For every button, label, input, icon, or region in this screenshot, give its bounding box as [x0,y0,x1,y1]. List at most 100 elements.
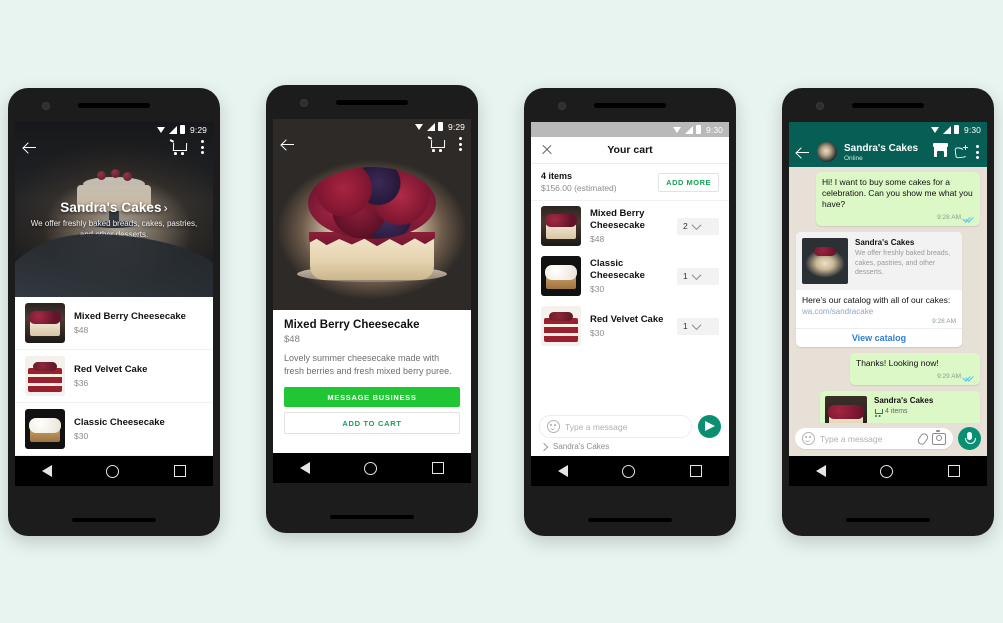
phone-bezel-bottom [782,486,994,536]
kebab-menu-icon[interactable] [201,140,204,154]
status-bar: 9:30 [531,122,729,137]
battery-icon [180,125,186,134]
message-input[interactable]: Type a message [795,428,953,449]
android-navigation-bar [531,456,729,486]
camera-icon[interactable] [932,430,946,445]
cart-item-price: $48 [590,234,605,244]
quantity-stepper[interactable]: 1 [677,267,719,285]
phone-bezel-bottom [266,483,478,533]
microphone-icon[interactable] [958,427,981,450]
cart-icon[interactable] [169,139,188,155]
whatsapp-composer: Type a message [789,423,987,456]
nav-home-icon[interactable] [106,464,120,478]
phone-catalog: 9:29 Sandra's Cakes › We offer freshly ba… [8,88,220,536]
cart-item-count: 4 items [541,171,573,181]
chat-message-list: Hi! I want to buy some cakes for a celeb… [789,167,987,423]
smiley-icon[interactable] [802,432,815,445]
paperclip-icon[interactable] [916,433,927,444]
chevron-right-icon [539,442,549,451]
nav-recents-icon[interactable] [173,465,186,477]
nav-home-icon[interactable] [880,464,894,478]
berry-topping [308,167,436,240]
catalog-topbar [15,135,213,159]
status-time: 9:29 [448,121,465,132]
catalog-message-card[interactable]: Sandra's Cakes We offer freshly baked br… [796,232,962,347]
video-call-icon[interactable] [955,145,969,159]
message-placeholder: Type a message [565,421,628,432]
signal-icon [427,122,436,131]
nav-home-icon[interactable] [622,464,636,478]
chat-contact-name: Sandra's Cakes [844,142,919,154]
chat-contact[interactable]: Sandra's Cakes Online [844,143,927,162]
business-header[interactable]: Sandra's Cakes › We offer freshly baked b… [15,200,213,240]
cart-screen: 9:30 Your cart 4 items $156.00 (estimate… [531,122,729,486]
phone-bezel-top [8,88,220,122]
nav-back-icon[interactable] [300,462,311,474]
product-description: Lovely summer cheesecake made with fresh… [284,353,452,376]
nav-back-icon[interactable] [42,465,53,477]
phone-whatsapp-chat: 9:30 Sandra's Cakes Online Hi! I want to… [782,88,994,536]
cart-item-name: Mixed Berry Cheesecake [590,208,645,231]
catalog-card-body: Here’s our catalog with all of our cakes… [796,290,962,328]
product-detail-screen: 9:29 Mixed Berry Cheesecake $48 Lovely s… [273,119,471,483]
storefront-icon[interactable] [933,143,948,159]
view-catalog-button[interactable]: View catalog [796,328,962,347]
cart-icon[interactable] [427,136,446,152]
cart-card-item-count: 4 items [885,408,908,415]
add-more-button[interactable]: ADD MORE [658,172,719,192]
list-item[interactable]: Mixed Berry Cheesecake $48 [15,297,213,350]
table-row[interactable]: Classic Cheesecake $30 1 [531,251,729,301]
status-bar: 9:30 [789,122,987,137]
nav-recents-icon[interactable] [431,462,444,474]
signal-icon [169,125,178,134]
cart-message-card[interactable]: Sandra's Cakes 4 items I’d like to buy t… [820,391,980,423]
list-item[interactable]: Classic Cheesecake $30 [15,403,213,456]
table-row[interactable]: Mixed Berry Cheesecake $48 2 [531,201,729,251]
product-price: $36 [74,378,89,388]
front-camera-icon [558,102,566,110]
arrow-back-icon[interactable] [282,138,295,151]
product-name: Mixed Berry Cheesecake [74,311,186,322]
catalog-link-url[interactable]: wa.com/sandracake [802,307,956,316]
close-icon[interactable] [541,144,553,156]
avatar[interactable] [817,142,837,162]
table-row[interactable]: Red Velvet Cake $30 1 [531,301,729,351]
nav-recents-icon[interactable] [947,465,960,477]
nav-recents-icon[interactable] [689,465,702,477]
business-description: We offer freshly baked breads, cakes, pa… [30,219,198,239]
battery-icon [954,125,960,134]
product-price: $30 [74,431,89,441]
kebab-menu-icon[interactable] [459,137,462,151]
wifi-icon [415,123,424,130]
arrow-back-icon[interactable] [24,141,37,154]
cart-summary: 4 items $156.00 (estimated) ADD MORE [531,164,729,201]
red-velvet-cake-thumb [25,356,65,396]
cart-icon [874,408,883,417]
quantity-stepper[interactable]: 1 [677,317,719,335]
list-item[interactable]: Red Velvet Cake $36 [15,350,213,403]
kebab-menu-icon[interactable] [976,145,979,159]
earpiece-speaker [336,100,408,105]
send-icon[interactable] [698,415,721,438]
message-business-button[interactable]: MESSAGE BUSINESS [284,387,460,407]
cart-business-chip[interactable]: Sandra's Cakes [531,438,729,456]
message-placeholder: Type a message [820,433,883,444]
nav-home-icon[interactable] [364,461,378,475]
catalog-card-preview: Sandra's Cakes We offer freshly baked br… [796,232,962,290]
phone-chin-bar [846,518,930,522]
phone-chin-bar [72,518,156,522]
quantity-stepper[interactable]: 2 [677,217,719,235]
read-receipt-icon [964,215,974,221]
phone-bezel-bottom [8,486,220,536]
message-input[interactable]: Type a message [539,415,692,438]
product-name: Red Velvet Cake [74,364,148,375]
nav-back-icon[interactable] [558,465,569,477]
nav-back-icon[interactable] [816,465,827,477]
arrow-back-icon[interactable] [797,146,810,159]
product-price: $48 [284,334,300,345]
add-to-cart-button[interactable]: ADD TO CART [284,412,460,434]
signal-icon [943,125,952,134]
smiley-icon[interactable] [547,420,560,433]
wifi-icon [673,126,682,133]
cart-preview-image [825,396,867,423]
